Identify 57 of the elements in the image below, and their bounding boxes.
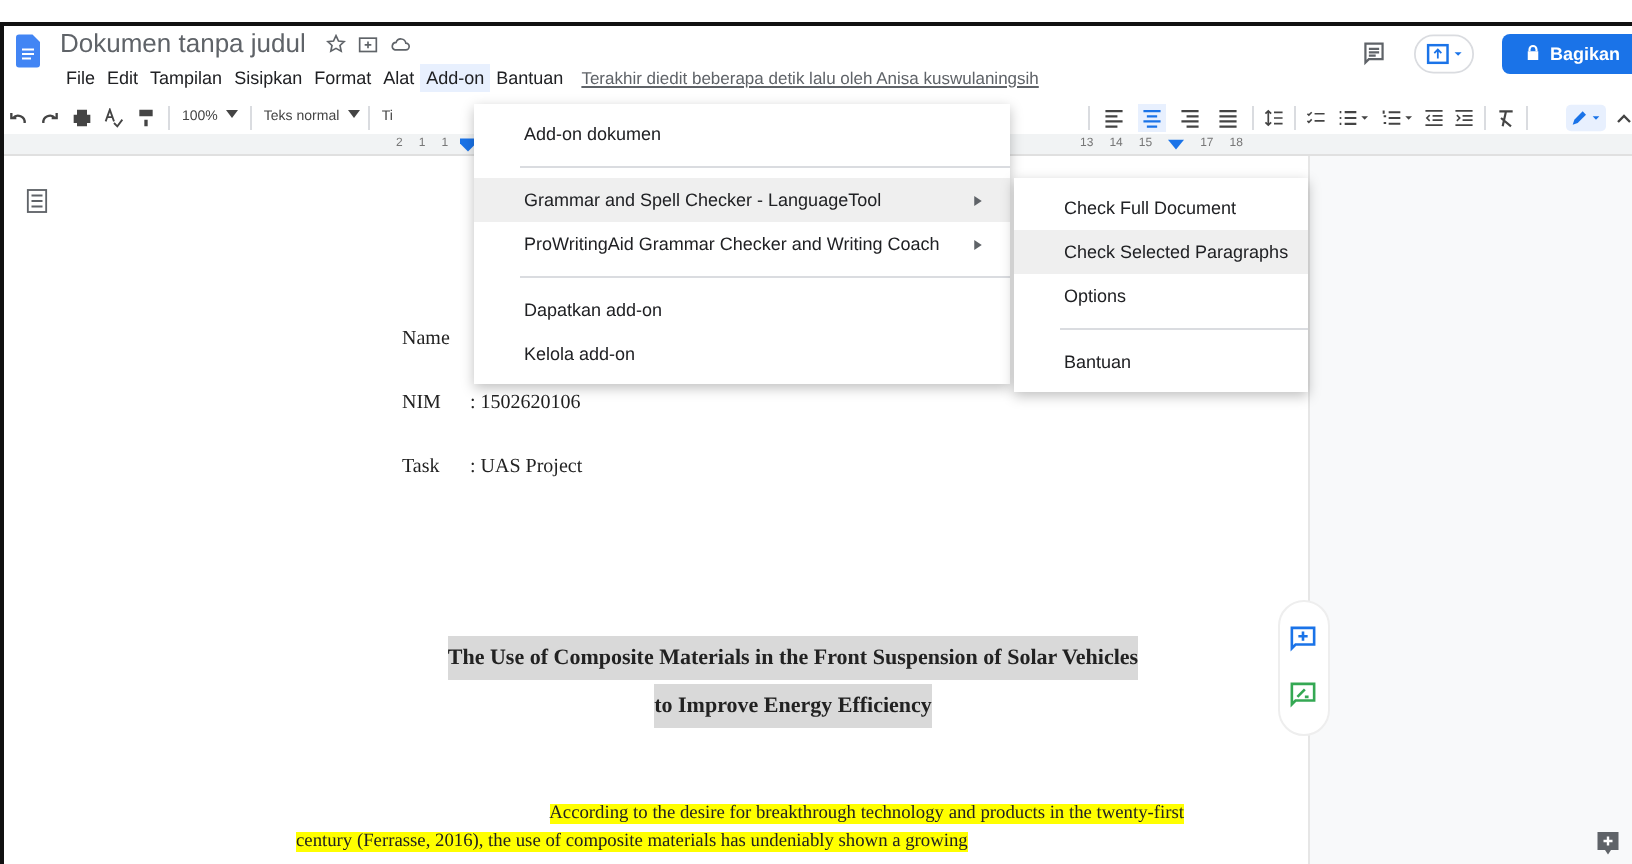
suggest-edit-icon[interactable] [1290, 682, 1316, 708]
checklist-icon[interactable] [1306, 107, 1326, 127]
menu-item[interactable]: Sisipkan [228, 63, 309, 91]
caret-icon [225, 110, 238, 118]
field-label: Name [402, 328, 450, 354]
menu-item[interactable]: File [60, 63, 102, 91]
explore-button[interactable] [1596, 830, 1620, 858]
star-icon[interactable] [325, 33, 346, 53]
menu-option[interactable]: Grammar and Spell Checker - LanguageTool [474, 178, 1010, 222]
undo-icon[interactable] [8, 107, 28, 127]
lock-icon [1525, 44, 1540, 62]
print-icon[interactable] [72, 107, 92, 127]
share-button[interactable]: Bagikan [1501, 34, 1632, 74]
redo-icon[interactable] [40, 107, 60, 127]
pencil-icon[interactable] [1566, 103, 1606, 131]
menu-option[interactable]: Check Selected Paragraphs [1014, 230, 1308, 274]
last-edit-link[interactable]: Terakhir diedit beberapa detik lalu oleh Anisa kuswulaningsih [581, 67, 1039, 87]
field-value: : UAS Project [470, 456, 583, 482]
outline-icon[interactable] [26, 188, 48, 214]
spellcheck-icon[interactable] [104, 107, 124, 127]
menu-item[interactable]: Format [308, 63, 378, 91]
add-comment-icon[interactable] [1290, 626, 1316, 652]
highlighted-text: century (Ferrasse, 2016), the use of composite materials has undeniably shown a growing [296, 832, 968, 852]
menu-option[interactable]: Options [1014, 274, 1308, 318]
numbered-list-icon[interactable] [1380, 107, 1414, 127]
menu-option[interactable]: Kelola add-on [474, 332, 1010, 376]
menu-option[interactable]: Bantuan [1014, 340, 1308, 384]
menu-item[interactable]: Alat [377, 63, 421, 91]
indent-marker-icon[interactable] [1168, 136, 1185, 150]
document-heading: to Improve Energy Efficiency [654, 684, 932, 728]
menu-item[interactable]: Tampilan [144, 63, 229, 91]
align-center-icon[interactable] [1138, 103, 1166, 131]
docs-logo-icon[interactable] [16, 34, 40, 68]
paint-roller-icon[interactable] [136, 107, 156, 127]
present-button[interactable] [1413, 34, 1474, 74]
menu-item[interactable]: Bantuan [490, 63, 570, 91]
collapse-caret-icon[interactable] [1616, 109, 1632, 125]
field-label: Task [402, 456, 442, 482]
folder-icon[interactable] [357, 33, 378, 53]
menu-item[interactable]: Edit [101, 63, 145, 91]
document-heading: The Use of Composite Materials in the Front Suspension of Solar Vehicles [447, 636, 1139, 680]
field-label: NIM [402, 392, 443, 418]
document-title[interactable]: Dokumen tanpa judul [60, 28, 306, 58]
decrease-indent-icon[interactable] [1424, 107, 1444, 127]
cloud-icon[interactable] [389, 33, 410, 53]
menu-option[interactable]: ProWritingAid Grammar Checker and Writing Coach [474, 222, 1010, 266]
increase-indent-icon[interactable] [1454, 107, 1474, 127]
menu-option[interactable]: Check Full Document [1014, 186, 1308, 230]
field-value: : 1502620106 [470, 392, 581, 418]
menu-option[interactable]: Dapatkan add-on [474, 288, 1010, 332]
clear-formatting-icon[interactable] [1496, 107, 1516, 127]
menu-option[interactable]: Add-on dokumen [474, 112, 1010, 156]
bulleted-list-icon[interactable] [1336, 107, 1370, 127]
caret-icon [347, 110, 360, 118]
line-spacing-icon[interactable] [1264, 107, 1284, 127]
comment-icon[interactable] [1361, 42, 1386, 66]
menu-item[interactable]: Add-on [420, 63, 491, 91]
